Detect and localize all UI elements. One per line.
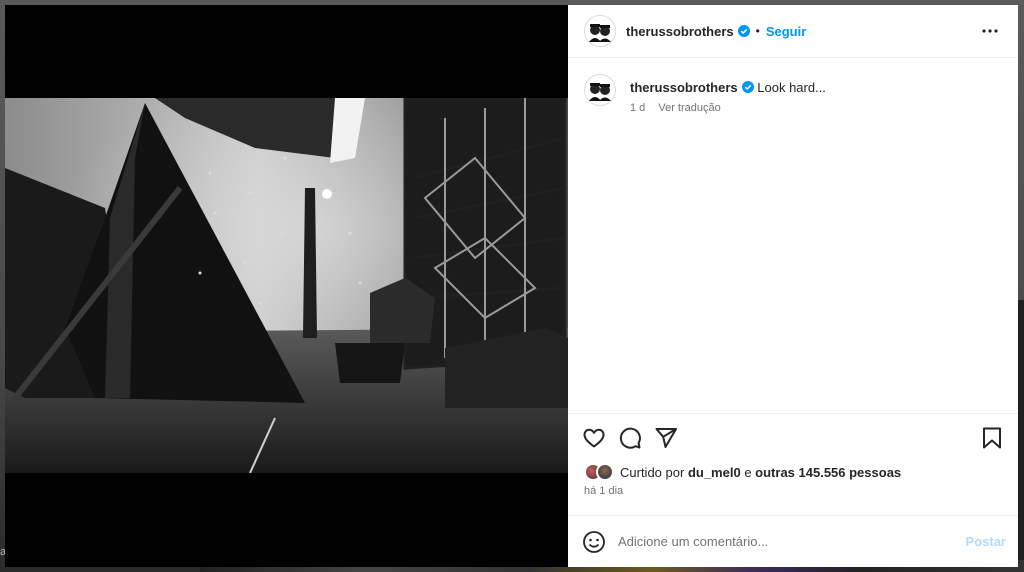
comments-section: therussobrothers Look hard... 1 d Ver tr… bbox=[568, 58, 1018, 413]
liked-by-prefix: Curtido por bbox=[620, 464, 685, 480]
post-header: therussobrothers • Seguir bbox=[568, 5, 1018, 58]
bookmark-icon bbox=[983, 427, 1001, 448]
translate-link[interactable]: Ver tradução bbox=[658, 102, 720, 114]
author-avatar[interactable] bbox=[584, 15, 616, 47]
comment-button[interactable] bbox=[616, 424, 644, 452]
action-bar bbox=[568, 413, 1018, 461]
post-media[interactable] bbox=[5, 5, 568, 567]
caption-username[interactable]: therussobrothers bbox=[630, 80, 738, 95]
heart-icon bbox=[583, 428, 605, 447]
liked-by-others[interactable]: outras 145.556 pessoas bbox=[755, 465, 901, 480]
post-photo bbox=[5, 98, 568, 473]
more-options-icon bbox=[982, 29, 998, 33]
liked-by-user[interactable]: du_mel0 bbox=[688, 465, 741, 480]
likes-summary: Curtido por du_mel0 e outras 145.556 pes… bbox=[568, 461, 1018, 483]
post-side-panel: therussobrothers • Seguir therussobrothe… bbox=[568, 5, 1018, 567]
liked-by-conjunction: e bbox=[744, 464, 752, 480]
comment-icon bbox=[619, 427, 641, 449]
author-username[interactable]: therussobrothers bbox=[626, 24, 734, 39]
emoji-icon[interactable] bbox=[582, 530, 606, 554]
caption-text: therussobrothers Look hard... bbox=[630, 80, 826, 96]
comment-input[interactable] bbox=[618, 534, 966, 549]
russo-brothers-avatar-icon bbox=[589, 83, 611, 101]
more-options-button[interactable] bbox=[978, 19, 1002, 43]
liker-avatar[interactable] bbox=[596, 463, 614, 481]
caption: therussobrothers Look hard... 1 d Ver tr… bbox=[584, 74, 1002, 114]
verified-badge-icon bbox=[741, 81, 754, 93]
post-timestamp[interactable]: há 1 dia bbox=[568, 483, 1018, 505]
send-icon bbox=[655, 427, 677, 448]
liker-avatars bbox=[584, 463, 618, 481]
backdrop-edge bbox=[1018, 300, 1024, 560]
caption-meta: 1 d Ver tradução bbox=[630, 102, 826, 114]
russo-brothers-avatar-icon bbox=[589, 24, 611, 42]
follow-button[interactable]: Seguir bbox=[766, 24, 806, 39]
comment-composer: Postar bbox=[568, 515, 1018, 567]
verified-badge-icon bbox=[737, 25, 750, 37]
share-button[interactable] bbox=[652, 424, 680, 452]
post-modal: therussobrothers • Seguir therussobrothe… bbox=[5, 5, 1018, 567]
save-button[interactable] bbox=[978, 424, 1006, 452]
like-button[interactable] bbox=[580, 424, 608, 452]
caption-author-avatar[interactable] bbox=[584, 74, 616, 106]
caption-message: Look hard... bbox=[757, 80, 826, 95]
header-separator: • bbox=[755, 24, 760, 38]
caption-body: therussobrothers Look hard... 1 d Ver tr… bbox=[630, 80, 826, 114]
post-comment-button[interactable]: Postar bbox=[966, 534, 1006, 549]
caption-age[interactable]: 1 d bbox=[630, 102, 645, 114]
